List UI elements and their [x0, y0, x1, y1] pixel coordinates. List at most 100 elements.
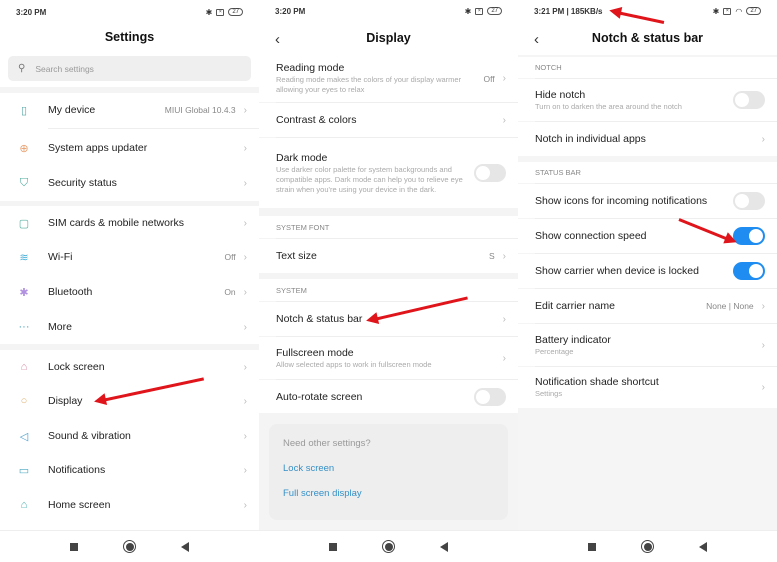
- back-button[interactable]: [440, 541, 448, 552]
- bluetooth-icon: ✱: [19, 286, 29, 299]
- show-icons-toggle[interactable]: [733, 192, 765, 210]
- search-placeholder: Search settings: [35, 63, 94, 74]
- settings-item-display[interactable]: ○ Display ›: [0, 384, 259, 418]
- shield-icon: ⛉: [19, 176, 29, 189]
- notch-status-bar-item[interactable]: Notch & status bar ›: [259, 302, 518, 336]
- text-size-item[interactable]: Text size S ›: [259, 239, 518, 273]
- battery-indicator-item[interactable]: Battery indicator Percentage ›: [518, 324, 777, 366]
- notch-individual-apps-item[interactable]: Notch in individual apps ›: [518, 122, 777, 156]
- settings-item-home-screen[interactable]: ⌂ Home screen ›: [0, 488, 259, 522]
- lock-icon: ⌂: [20, 361, 28, 373]
- home-button[interactable]: [382, 540, 395, 553]
- show-carrier-item[interactable]: Show carrier when device is locked: [518, 254, 777, 288]
- page-title: ‹ Display: [259, 22, 518, 55]
- notification-shade-shortcut-item[interactable]: Notification shade shortcut Settings ›: [518, 367, 777, 408]
- notch-status-bar-panel: 3:21 PM | 185KB/s ✱ × ◠ 27 ‹ Notch & status …: [518, 0, 777, 562]
- battery-icon: 27: [228, 8, 243, 16]
- chevron-right-icon: ›: [761, 133, 765, 145]
- chevron-right-icon: ›: [502, 352, 506, 364]
- dark-mode-label: Dark mode: [276, 151, 328, 164]
- notification-shade-shortcut-label: Notification shade shortcut: [535, 376, 659, 388]
- fullscreen-mode-desc: Allow selected apps to work in fullscree…: [276, 359, 432, 369]
- status-time: 3:20 PM: [16, 7, 47, 17]
- navigation-bar: [259, 530, 518, 562]
- hide-notch-toggle[interactable]: [733, 91, 765, 109]
- battery-indicator-value: Percentage: [535, 346, 574, 356]
- settings-item-wi-fi[interactable]: ≋ Wi-Fi Off ›: [0, 240, 259, 274]
- sound-icon: ◁: [19, 430, 29, 443]
- back-arrow-icon[interactable]: ‹: [534, 24, 539, 56]
- reading-mode-item[interactable]: Reading mode Reading mode makes the color…: [259, 55, 518, 102]
- navigation-bar: [518, 530, 777, 562]
- wifi-icon: ≋: [19, 251, 29, 264]
- section-header-status-bar: STATUS BAR: [518, 162, 777, 183]
- page-title-text: Display: [366, 31, 411, 45]
- settings-item-label: Bluetooth: [48, 286, 93, 298]
- chevron-right-icon: ›: [243, 177, 247, 189]
- reading-mode-desc: Reading mode makes the colors of your di…: [276, 75, 462, 94]
- settings-item-more[interactable]: ··· More ›: [0, 310, 259, 344]
- settings-item-lock-screen[interactable]: ⌂ Lock screen ›: [0, 350, 259, 384]
- navigation-bar: [0, 530, 259, 562]
- recents-button[interactable]: [329, 542, 337, 551]
- settings-item-sim-cards-mobile-networks[interactable]: ▢ SIM cards & mobile networks ›: [0, 206, 259, 240]
- bluetooth-status-icon: ✱: [464, 6, 472, 16]
- settings-item-security-status[interactable]: ⛉ Security status ›: [0, 166, 259, 200]
- settings-item-label: Security status: [48, 177, 117, 189]
- edit-carrier-name-item[interactable]: Edit carrier name None | None ›: [518, 289, 777, 323]
- settings-item-system-apps-updater[interactable]: ⊕ System apps updater ›: [0, 131, 259, 165]
- home-button[interactable]: [123, 540, 136, 553]
- section-header-system-font: SYSTEM FONT: [259, 216, 518, 238]
- auto-rotate-label: Auto-rotate screen: [276, 390, 363, 403]
- recents-button[interactable]: [70, 542, 78, 551]
- notch-individual-apps-label: Notch in individual apps: [535, 133, 646, 145]
- search-input[interactable]: ⚲ Search settings: [8, 56, 251, 81]
- settings-item-bluetooth[interactable]: ✱ Bluetooth On ›: [0, 275, 259, 309]
- settings-item-value: On: [224, 287, 236, 297]
- more-icon: ···: [18, 321, 30, 333]
- full-screen-display-link[interactable]: Full screen display: [283, 488, 494, 499]
- home-button[interactable]: [641, 540, 654, 553]
- status-time: 3:20 PM: [275, 6, 306, 16]
- chevron-right-icon: ›: [502, 250, 506, 262]
- chevron-right-icon: ›: [502, 73, 506, 84]
- hide-notch-desc: Turn on to darken the area around the no…: [535, 101, 682, 111]
- fullscreen-mode-item[interactable]: Fullscreen mode Allow selected apps to wo…: [259, 337, 518, 379]
- settings-panel: 3:20 PM ✱ × 27 Settings ⚲ Search settings …: [0, 0, 259, 562]
- hide-notch-item[interactable]: Hide notch Turn on to darken the area aro…: [518, 79, 777, 121]
- lock-screen-link[interactable]: Lock screen: [283, 463, 494, 474]
- page-title: ‹ Notch & status bar: [518, 22, 777, 55]
- settings-item-my-device[interactable]: ▯ My device MIUI Global 10.4.3 ›: [0, 93, 259, 127]
- auto-rotate-toggle[interactable]: [474, 387, 506, 406]
- chevron-right-icon: ›: [243, 286, 247, 298]
- wifi-status-icon: ◠: [735, 6, 743, 16]
- back-button[interactable]: [181, 541, 189, 552]
- show-carrier-toggle[interactable]: [733, 262, 765, 280]
- sim-status-icon: ×: [475, 7, 484, 15]
- settings-item-sound-vibration[interactable]: ◁ Sound & vibration ›: [0, 419, 259, 453]
- other-settings-question: Need other settings?: [283, 438, 371, 449]
- settings-item-label: Wi-Fi: [48, 251, 73, 263]
- settings-item-label: Notifications: [48, 464, 106, 476]
- dark-mode-item[interactable]: Dark mode Use darker color palette for sy…: [259, 138, 518, 208]
- back-arrow-icon[interactable]: ‹: [275, 24, 280, 56]
- auto-rotate-item[interactable]: Auto-rotate screen: [259, 380, 518, 413]
- settings-item-notifications[interactable]: ▭ Notifications ›: [0, 453, 259, 487]
- show-icons-item[interactable]: Show icons for incoming notifications: [518, 184, 777, 218]
- chevron-right-icon: ›: [502, 313, 506, 325]
- dark-mode-toggle[interactable]: [474, 164, 506, 182]
- show-carrier-label: Show carrier when device is locked: [535, 265, 699, 277]
- back-button[interactable]: [699, 541, 707, 552]
- settings-item-label: Sound & vibration: [48, 430, 131, 442]
- other-settings-card: Need other settings? Lock screen Full sc…: [269, 424, 508, 520]
- chevron-right-icon: ›: [761, 300, 765, 312]
- edit-carrier-name-label: Edit carrier name: [535, 300, 615, 312]
- settings-item-value: MIUI Global 10.4.3: [164, 105, 236, 115]
- update-icon: ⊕: [19, 142, 29, 155]
- contrast-colors-item[interactable]: Contrast & colors ›: [259, 103, 518, 137]
- page-title: Settings: [0, 24, 259, 54]
- reading-mode-value: Off: [483, 73, 495, 84]
- settings-item-label: More: [48, 321, 72, 333]
- recents-button[interactable]: [588, 542, 596, 551]
- chevron-right-icon: ›: [243, 499, 247, 511]
